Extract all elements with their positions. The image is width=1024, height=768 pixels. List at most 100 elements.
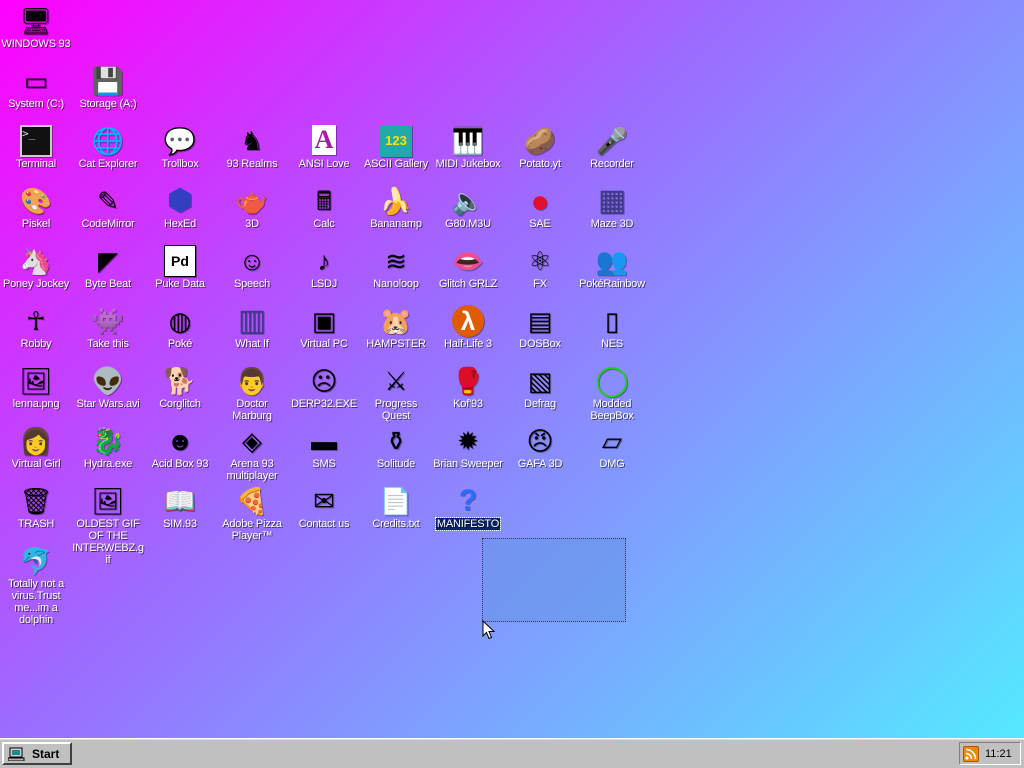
window-icon: ▣ [311,306,337,336]
desktop-icon-progress-quest[interactable]: ⚔ Progress Quest [360,360,432,422]
start-button[interactable]: Start [2,742,72,765]
desktop-icon-oldest-gif[interactable]: 🖼 OLDEST GIF OF THE INTERWEBZ.gif [72,480,144,566]
desktop-icon-lenna-png[interactable]: 🖼 lenna.png [0,360,72,420]
desktop-icon-glitch-grlz[interactable]: 👄 Glitch GRLZ [432,240,504,300]
desktop-icon-speech[interactable]: ☺ Speech [216,240,288,300]
desktop-icon-doctor-marburg[interactable]: 👨 Doctor Marburg [216,360,288,422]
desktop-icon-half-life-3[interactable]: λ Half-Life 3 [432,300,504,360]
desktop-icon-star-wars[interactable]: 👽 Star Wars.avi [72,360,144,420]
desktop-icon-robby[interactable]: ☥ Robby [0,300,72,360]
desktop-icon-label: Potato.yt [504,158,576,170]
desktop-icon-3d[interactable]: 🫖 3D [216,180,288,240]
desktop-icon-credits-txt[interactable]: 📄 Credits.txt [360,480,432,540]
desktop-icon-terminal[interactable]: >_ Terminal [0,120,72,180]
desktop-icon-hampster[interactable]: 🐹 HAMPSTER [360,300,432,360]
desktop-icon-label: OLDEST GIF OF THE INTERWEBZ.gif [72,518,144,566]
cube-icon: ◈ [242,426,262,456]
desktop-icon-label: Contact us [288,518,360,530]
desktop-icon-trash[interactable]: 🗑 TRASH [0,480,72,540]
desktop-icon-system-c[interactable]: ▭ System (C:) [0,60,72,120]
desktop-icon-label: Robby [0,338,72,350]
desktop-icon-label-text: 3D [245,218,259,230]
desktop-icon-pokerainbow[interactable]: 👥 PokéRainbow [576,240,648,300]
desktop-icon-label: Maze 3D [576,218,648,230]
desktop-icon-cat-explorer[interactable]: 🌐 Cat Explorer [72,120,144,180]
desktop-icon-acid-box-93[interactable]: ☻ Acid Box 93 [144,420,216,480]
desktop-icon-virtual-girl[interactable]: 👩 Virtual Girl [0,420,72,480]
dolphin-icon: 🐬 [19,546,53,576]
desktop-icon-windows93[interactable]: 🖥 WINDOWS 93 [0,0,72,60]
desktop-icon-label-text: Virtual PC [300,338,348,350]
desktop-icon-derp32[interactable]: ☹ DERP32.EXE [288,360,360,420]
desktop-icon-label: Storage (A:) [72,98,144,110]
desktop-icon-dosbox[interactable]: ▤ DOSBox [504,300,576,360]
desktop-icon-storage-a[interactable]: 💾 Storage (A:) [72,60,144,120]
desktop-icon-fx[interactable]: ⚛ FX [504,240,576,300]
desktop-icon-adobe-pizza[interactable]: 🍕 Adobe Pizza Player™ [216,480,288,542]
desktop-icon-g80-m3u[interactable]: 🔈 G80.M3U [432,180,504,240]
desktop-icon-label: MIDI Jukebox [432,158,504,170]
desktop[interactable]: 🐬 Totally not a virus.Trust me...im a dol… [0,0,1024,738]
pony-icon: 🦄 [19,246,53,276]
desktop-icon-take-this[interactable]: 👾 Take this [72,300,144,360]
desktop-icon-label: Nanoloop [360,278,432,290]
desktop-icon-nanoloop[interactable]: ≋ Nanoloop [360,240,432,300]
desktop-icon-kof93[interactable]: 🥊 Kof'93 [432,360,504,420]
desktop-icon-corglitch[interactable]: 🐕 Corglitch [144,360,216,420]
desktop-icon-93-realms[interactable]: ♞ 93 Realms [216,120,288,180]
desktop-icon-midi-jukebox[interactable]: 🎹 MIDI Jukebox [432,120,504,180]
desktop-icon-sim93[interactable]: 📖 SIM.93 [144,480,216,540]
desktop-icon-solitude[interactable]: ⚱ Solitude [360,420,432,480]
desktop-icon-sae[interactable]: ● SAE [504,180,576,240]
desktop-icon-label: Doctor Marburg [216,398,288,422]
desktop-icon-poney-jockey[interactable]: 🦄 Poney Jockey [0,240,72,300]
desktop-icon-dmg[interactable]: ▱ DMG [576,420,648,480]
desktop-icon-what-if[interactable]: ▥ What If [216,300,288,360]
desktop-icon-label-text: Defrag [524,398,556,410]
desktop-icon-puke-data[interactable]: Pd Puke Data [144,240,216,300]
desktop-icon-piskel[interactable]: 🎨 Piskel [0,180,72,240]
desktop-icon-recorder[interactable]: 🎤 Recorder [576,120,648,180]
desktop-icon-modded-beepbox[interactable]: ◯ Modded BeepBox [576,360,648,423]
desktop-icon-poke-glitch[interactable]: ◍ Poké [144,300,216,360]
desktop-icon-label: Corglitch [144,398,216,410]
start-label: Start [32,746,60,761]
clock[interactable]: 11:21 [985,748,1012,760]
desktop-icon-ascii-gallery[interactable]: 123 ASCII Gallery [360,120,432,180]
desktop-icon-manifesto[interactable]: ? MANIFESTO [432,480,504,540]
banana-icon: 🍌 [379,186,413,216]
desktop-icon-label: PokéRainbow [576,278,648,290]
desktop-icon-bananamp[interactable]: 🍌 Bananamp [360,180,432,240]
desktop-icon-contact-us[interactable]: ✉ Contact us [288,480,360,540]
rss-icon[interactable] [963,745,979,762]
hamster-icon: 🐹 [379,306,413,336]
desktop-icon-dolphin[interactable]: 🐬 Totally not a virus.Trust me...im a dol… [0,540,72,626]
desktop-icon-hydra-exe[interactable]: 🐉 Hydra.exe [72,420,144,480]
desktop-icon-gafa-3d[interactable]: 😠 GAFA 3D [504,420,576,480]
desktop-icon-maze-3d[interactable]: ▦ Maze 3D [576,180,648,240]
desktop-icon-trollbox[interactable]: 💬 Trollbox [144,120,216,180]
desktop-icon-label-text: NES [600,338,624,350]
desktop-icon-arena-93[interactable]: ◈ Arena 93 multiplayer [216,420,288,482]
desktop-icon-codemirror[interactable]: ✎ CodeMirror [72,180,144,240]
desktop-icon-virtual-pc[interactable]: ▣ Virtual PC [288,300,360,360]
chat-smiley-icon: 💬 [163,126,197,156]
doctor-icon: 👨 [235,366,269,396]
desktop-icon-sms[interactable]: ▬ SMS [288,420,360,480]
desktop-icon-brian-sweeper[interactable]: ✹ Brian Sweeper [432,420,504,480]
desktop-icon-defrag[interactable]: ▧ Defrag [504,360,576,420]
desktop-icon-ansi-love[interactable]: A ANSI Love [288,120,360,180]
desktop-icon-byte-beat[interactable]: ◤ Byte Beat [72,240,144,300]
desktop-icon-lsdj[interactable]: ♪ LSDJ [288,240,360,300]
desktop-icon-label-text: Piskel [21,218,51,230]
acid-smiley-icon: ☻ [166,426,194,456]
desktop-icon-hexed[interactable]: ⬢ HexEd [144,180,216,240]
desktop-icon-calc[interactable]: 🖩 Calc [288,180,360,240]
desktop-icon-label: DERP32.EXE [288,398,360,410]
desktop-icon-potato-yt[interactable]: 🥔 Potato.yt [504,120,576,180]
desktop-icon-label-text: GAFA 3D [517,458,563,470]
desktop-icon-label: SAE [504,218,576,230]
floppy-drive-icon: 💾 [91,66,125,96]
desktop-icon-label-text: Poké [167,338,193,350]
desktop-icon-nes[interactable]: ▯ NES [576,300,648,360]
